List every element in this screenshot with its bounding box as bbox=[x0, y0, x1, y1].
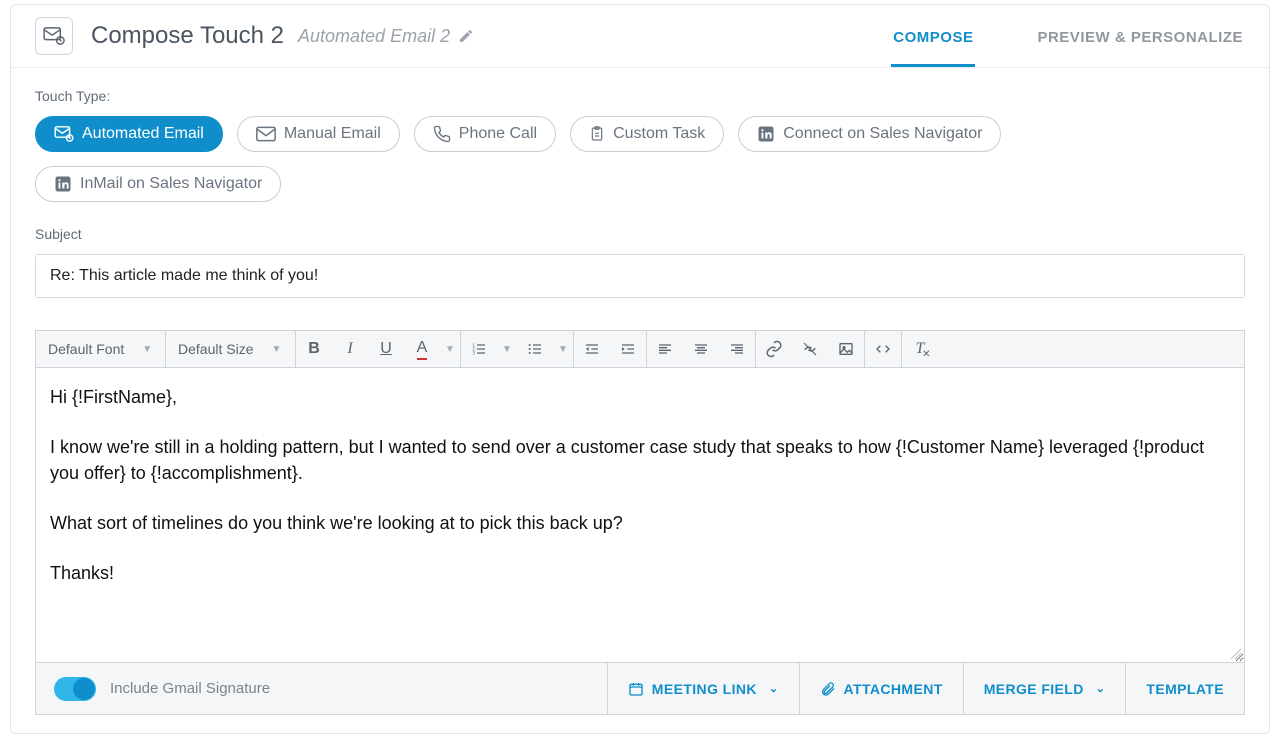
unordered-list-dropdown[interactable]: ▼ bbox=[553, 331, 573, 367]
text-color-button[interactable]: A bbox=[404, 331, 440, 367]
clipboard-icon bbox=[589, 125, 605, 143]
touch-type-label: InMail on Sales Navigator bbox=[80, 175, 262, 193]
page-subtitle: Automated Email 2 bbox=[298, 26, 450, 47]
mail-auto-icon bbox=[54, 126, 74, 142]
align-right-button[interactable] bbox=[719, 331, 755, 367]
chevron-down-icon: ⌄ bbox=[769, 682, 779, 695]
touch-type-pills: Automated Email Manual Email Phone Call Cus… bbox=[35, 116, 1245, 202]
compose-panel: Compose Touch 2 Automated Email 2 COMPOS… bbox=[10, 4, 1270, 734]
linkedin-icon bbox=[757, 125, 775, 143]
email-line: I know we're still in a holding pattern,… bbox=[50, 434, 1230, 486]
size-select-label: Default Size bbox=[178, 341, 253, 357]
paperclip-icon bbox=[820, 681, 836, 697]
touch-type-connect_sn[interactable]: Connect on Sales Navigator bbox=[738, 116, 1001, 152]
footer-actions: MEETING LINK ⌄ ATTACHMENT MERGE FIELD ⌄ … bbox=[607, 663, 1244, 714]
resize-handle-icon[interactable] bbox=[1230, 648, 1242, 660]
signature-toggle-group: Include Gmail Signature bbox=[36, 677, 288, 701]
panel-header: Compose Touch 2 Automated Email 2 COMPOS… bbox=[11, 5, 1269, 68]
text-color-dropdown[interactable]: ▼ bbox=[440, 331, 460, 367]
tab-preview-personalize[interactable]: PREVIEW & PERSONALIZE bbox=[1035, 19, 1245, 67]
touch-type-phone_call[interactable]: Phone Call bbox=[414, 116, 556, 152]
phone-icon bbox=[433, 125, 451, 143]
touch-type-inmail_sn[interactable]: InMail on Sales Navigator bbox=[35, 166, 281, 202]
svg-text:3: 3 bbox=[472, 350, 475, 355]
header-tabs: COMPOSE PREVIEW & PERSONALIZE bbox=[891, 19, 1245, 54]
calendar-icon bbox=[628, 681, 644, 697]
ordered-list-button[interactable]: 123 bbox=[461, 331, 497, 367]
tab-compose[interactable]: COMPOSE bbox=[891, 19, 975, 67]
underline-button[interactable]: U bbox=[368, 331, 404, 367]
touch-type-custom_task[interactable]: Custom Task bbox=[570, 116, 724, 152]
chevron-down-icon: ▼ bbox=[271, 344, 281, 355]
size-select[interactable]: Default Size ▼ bbox=[166, 331, 296, 367]
touch-type-label: Connect on Sales Navigator bbox=[783, 125, 982, 143]
code-view-button[interactable] bbox=[865, 331, 901, 367]
signature-toggle[interactable] bbox=[54, 677, 96, 701]
email-line: Hi {!FirstName}, bbox=[50, 384, 1230, 410]
mail-auto-icon bbox=[43, 27, 65, 45]
email-line: Thanks! bbox=[50, 560, 1230, 586]
bold-button[interactable]: B bbox=[296, 331, 332, 367]
subject-input[interactable] bbox=[35, 254, 1245, 298]
unlink-button[interactable] bbox=[792, 331, 828, 367]
outdent-button[interactable] bbox=[574, 331, 610, 367]
clear-format-button[interactable]: T✕ bbox=[902, 331, 938, 367]
attachment-button[interactable]: ATTACHMENT bbox=[799, 663, 963, 714]
touch-type-label: Automated Email bbox=[82, 125, 204, 143]
template-button[interactable]: TEMPLATE bbox=[1125, 663, 1244, 714]
chevron-down-icon: ▼ bbox=[142, 344, 152, 355]
meeting-link-label: MEETING LINK bbox=[652, 681, 757, 697]
signature-toggle-label: Include Gmail Signature bbox=[110, 680, 270, 697]
meeting-link-button[interactable]: MEETING LINK ⌄ bbox=[607, 663, 799, 714]
touch-type-automated_email[interactable]: Automated Email bbox=[35, 116, 223, 152]
touch-type-label: Phone Call bbox=[459, 125, 537, 143]
template-label: TEMPLATE bbox=[1146, 681, 1224, 697]
italic-button[interactable]: I bbox=[332, 331, 368, 367]
touch-type-manual_email[interactable]: Manual Email bbox=[237, 116, 400, 152]
touch-type-section: Touch Type: Automated Email Manual Email P… bbox=[11, 68, 1269, 330]
subject-label: Subject bbox=[35, 226, 1245, 242]
editor-footer: Include Gmail Signature MEETING LINK ⌄ A… bbox=[35, 663, 1245, 715]
indent-button[interactable] bbox=[610, 331, 646, 367]
link-button[interactable] bbox=[756, 331, 792, 367]
email-body-editor[interactable]: Hi {!FirstName}, I know we're still in a… bbox=[35, 368, 1245, 663]
align-center-button[interactable] bbox=[683, 331, 719, 367]
align-left-button[interactable] bbox=[647, 331, 683, 367]
linkedin-icon bbox=[54, 175, 72, 193]
chevron-down-icon: ⌄ bbox=[1096, 682, 1106, 695]
touch-type-label: Custom Task bbox=[613, 125, 705, 143]
editor-toolbar: Default Font ▼ Default Size ▼ B I U A ▼ … bbox=[35, 330, 1245, 368]
editor-section: Default Font ▼ Default Size ▼ B I U A ▼ … bbox=[11, 330, 1269, 663]
attachment-label: ATTACHMENT bbox=[844, 681, 943, 697]
font-select[interactable]: Default Font ▼ bbox=[36, 331, 166, 367]
mail-icon bbox=[256, 126, 276, 142]
font-select-label: Default Font bbox=[48, 341, 124, 357]
touch-type-label: Manual Email bbox=[284, 125, 381, 143]
touch-icon-box bbox=[35, 17, 73, 55]
page-title: Compose Touch 2 bbox=[91, 22, 284, 50]
image-button[interactable] bbox=[828, 331, 864, 367]
ordered-list-dropdown[interactable]: ▼ bbox=[497, 331, 517, 367]
merge-field-button[interactable]: MERGE FIELD ⌄ bbox=[963, 663, 1126, 714]
touch-type-label: Touch Type: bbox=[35, 88, 1245, 104]
unordered-list-button[interactable] bbox=[517, 331, 553, 367]
merge-field-label: MERGE FIELD bbox=[984, 681, 1084, 697]
email-line: What sort of timelines do you think we'r… bbox=[50, 510, 1230, 536]
edit-name-icon[interactable] bbox=[458, 28, 474, 44]
